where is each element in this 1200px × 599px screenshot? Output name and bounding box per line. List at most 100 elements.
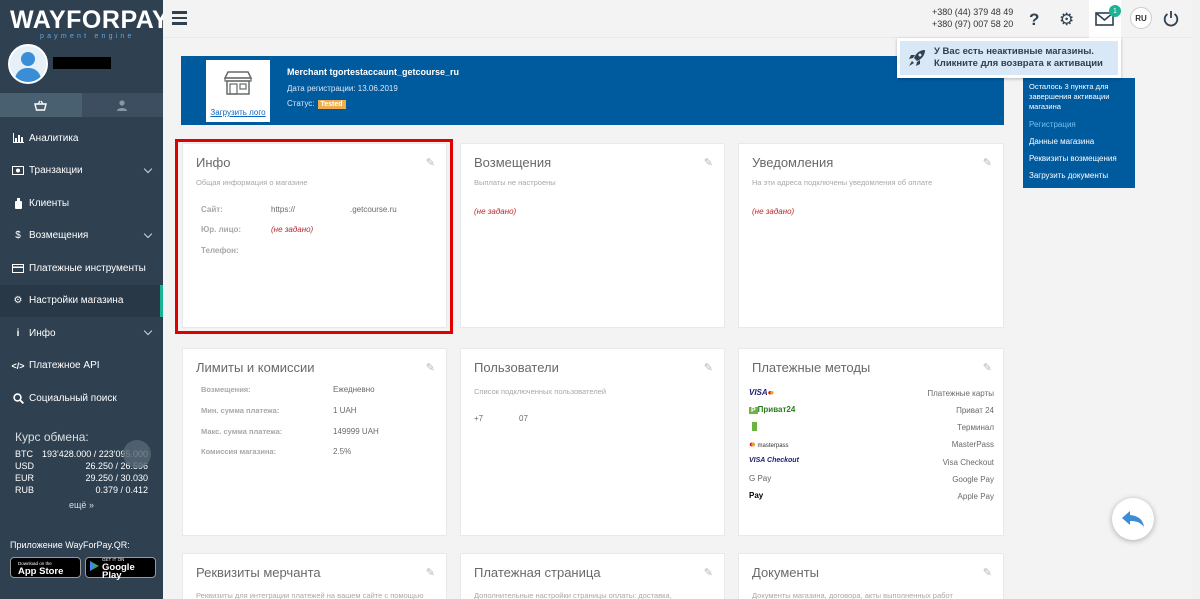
limit-value: 2.5% <box>333 447 352 456</box>
card-title: Лимиты и комиссии <box>196 360 315 375</box>
payment-method-row: G Pay Google Pay <box>749 472 994 489</box>
sidebar: WAYFORPAY payment engine Аналитика Транз… <box>0 0 169 599</box>
mail-badge: 1 <box>1109 5 1121 17</box>
phone-2: +380 (97) 007 58 20 <box>932 19 1014 29</box>
sidebar-item-transactions[interactable]: Транзакции <box>0 155 163 188</box>
payment-method-name: Google Pay <box>952 475 994 484</box>
sidebar-item-payment-tools[interactable]: Платежные инструменты <box>0 252 163 285</box>
info-icon: i <box>16 327 20 339</box>
moon-icon[interactable] <box>123 440 151 468</box>
activation-step-shop-data[interactable]: Данные магазина <box>1029 137 1129 146</box>
store-icon <box>223 71 253 95</box>
rate-row: RUB 0.379 / 0.412 <box>15 484 148 496</box>
activation-step-upload-docs[interactable]: Загрузить документы <box>1029 171 1129 180</box>
google-play-button[interactable]: GET IT ON Google Play <box>85 557 156 581</box>
edit-pencil-icon[interactable]: ✎ <box>983 361 992 374</box>
tab-shop[interactable] <box>0 93 82 117</box>
sidebar-item-label: Настройки магазина <box>29 295 124 307</box>
sidebar-item-label: Инфо <box>29 327 56 339</box>
notice-line-2: Кликните для возврата к активации <box>934 58 1103 69</box>
brand-logo[interactable]: WAYFORPAY payment engine <box>0 0 169 44</box>
rate-row: EUR 29.250 / 30.030 <box>15 472 148 484</box>
edit-pencil-icon[interactable]: ✎ <box>704 156 713 169</box>
user-phone-suffix: 07 <box>519 414 528 423</box>
reply-arrow-icon <box>1122 511 1144 527</box>
topbar: +380 (44) 379 48 49 +380 (97) 007 58 20 … <box>163 0 1200 38</box>
limit-label: Возмещения: <box>201 385 251 394</box>
code-icon: </> <box>11 360 25 371</box>
edit-pencil-icon[interactable]: ✎ <box>983 156 992 169</box>
card-documents: Документы ✎ Документы магазина, договора… <box>738 553 1004 599</box>
gear-icon: ⚙ <box>13 295 23 307</box>
card-title: Платежные методы <box>752 360 871 375</box>
play-icon <box>90 561 99 574</box>
payment-method-name: Терминал <box>957 423 994 432</box>
limit-value: 1 UAH <box>333 406 357 415</box>
activation-step-registration[interactable]: Регистрация <box>1029 120 1129 129</box>
page-scrollbar[interactable] <box>1192 0 1200 599</box>
card-users: Пользователи ✎ Список подключенных польз… <box>460 348 725 536</box>
edit-pencil-icon[interactable]: ✎ <box>426 566 435 579</box>
merchant-logo-box[interactable]: Загрузить лого <box>206 60 270 122</box>
sidebar-item-payment-api[interactable]: </> Платежное API <box>0 350 163 383</box>
sidebar-tabs <box>0 93 163 117</box>
sidebar-item-info[interactable]: i Инфо <box>0 317 163 350</box>
help-icon[interactable]: ? <box>1029 10 1039 30</box>
payment-method-row: ●● masterpass MasterPass <box>749 437 994 454</box>
rates-more-link[interactable]: ещё » <box>15 500 148 510</box>
payment-method-name: Приват 24 <box>956 406 994 415</box>
sidebar-item-label: Платежное API <box>29 360 100 372</box>
sidebar-item-label: Транзакции <box>29 165 83 177</box>
logo-text-c: PAY <box>120 6 170 34</box>
avatar[interactable] <box>8 44 48 84</box>
inactive-shops-notice[interactable]: У Вас есть неактивные магазины. Кликните … <box>897 38 1121 78</box>
limit-value: Ежедневно <box>333 385 375 394</box>
rate-code: USD <box>15 461 35 471</box>
activation-step-refund-details[interactable]: Реквизиты возмещения <box>1029 154 1129 163</box>
merchant-status: Статус: Tested <box>287 99 346 109</box>
card-notifications: Уведомления ✎ На эти адреса подключены у… <box>738 143 1004 328</box>
apple-pay-logo: Pay <box>749 491 763 500</box>
double-chevron-down-icon: » <box>88 500 94 510</box>
bar-chart-icon <box>12 132 24 144</box>
back-button[interactable] <box>1112 498 1154 540</box>
profile <box>0 44 163 92</box>
settings-gear-icon[interactable]: ⚙ <box>1059 10 1074 30</box>
sidebar-item-analytics[interactable]: Аналитика <box>0 122 163 155</box>
sidebar-item-shop-settings[interactable]: ⚙ Настройки магазина <box>0 284 163 317</box>
app-store-button[interactable]: Download on the App Store <box>10 557 81 578</box>
rocket-icon <box>909 50 925 66</box>
logo-text-a: WAY <box>10 6 67 34</box>
user-phone-prefix: +7 <box>474 414 484 423</box>
sidebar-item-social-search[interactable]: Социальный поиск <box>0 382 163 415</box>
menu-toggle-icon[interactable] <box>172 11 187 25</box>
edit-pencil-icon[interactable]: ✎ <box>983 566 992 579</box>
card-icon <box>12 262 24 274</box>
masterpass-logo-text: masterpass <box>757 443 789 449</box>
language-switch[interactable]: RU <box>1130 7 1152 29</box>
appstore-big: App Store <box>18 565 64 577</box>
rate-code: BTC <box>15 449 33 459</box>
card-merchant-requisites: Реквизиты мерчанта ✎ Реквизиты для интег… <box>182 553 447 599</box>
sidebar-item-clients[interactable]: Клиенты <box>0 187 163 220</box>
card-title: Реквизиты мерчанта <box>196 565 321 580</box>
merchant-name: Merchant tgortestaccaunt_getcourse_ru <box>287 67 460 77</box>
edit-pencil-icon[interactable]: ✎ <box>704 361 713 374</box>
limit-label: Мин. сумма платежа: <box>201 406 280 415</box>
card-refunds: Возмещения ✎ Выплаты не настроены (не за… <box>460 143 725 328</box>
notifications-value: (не задано) <box>752 207 795 216</box>
edit-pencil-icon[interactable]: ✎ <box>426 361 435 374</box>
payment-method-name: Apple Pay <box>957 492 994 501</box>
power-icon[interactable] <box>1163 10 1179 27</box>
limit-label: Макс. сумма платежа: <box>201 427 283 436</box>
edit-pencil-icon[interactable]: ✎ <box>704 566 713 579</box>
activation-title: Осталось 3 пункта для завершения активац… <box>1029 82 1110 111</box>
sidebar-item-label: Платежные инструменты <box>29 262 146 274</box>
activation-panel: Осталось 3 пункта для завершения активац… <box>1023 78 1135 188</box>
gplay-big: Google Play <box>102 561 135 581</box>
card-payment-methods: Платежные методы ✎ VISA●● Платежные карт… <box>738 348 1004 536</box>
tab-user[interactable] <box>81 93 163 117</box>
sidebar-item-refunds[interactable]: $ Возмещения <box>0 220 163 253</box>
card-subtitle: Реквизиты для интеграции платежей на ваш… <box>196 591 424 599</box>
upload-logo-link[interactable]: Загрузить лого <box>206 108 270 117</box>
